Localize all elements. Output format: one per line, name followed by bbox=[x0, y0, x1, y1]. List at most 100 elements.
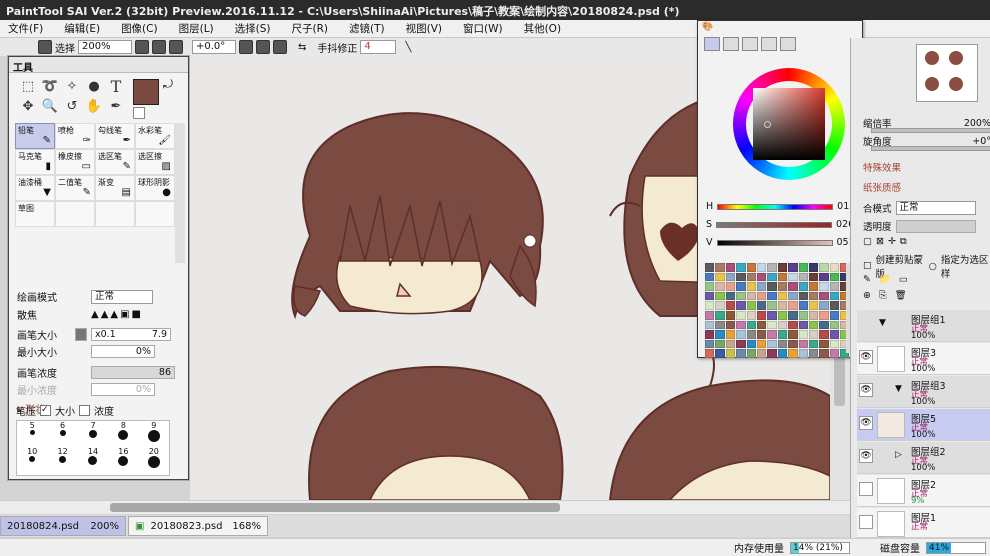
palette-swatch[interactable] bbox=[767, 301, 777, 310]
palette-swatch[interactable] bbox=[767, 320, 777, 330]
palette-swatch[interactable] bbox=[705, 291, 715, 301]
palette-swatch[interactable] bbox=[767, 291, 777, 301]
palette-swatch[interactable] bbox=[736, 272, 746, 282]
flip-icon[interactable]: ⇆ bbox=[298, 42, 306, 53]
palette-swatch[interactable] bbox=[746, 310, 756, 320]
canvas-horizontal-scrollbar[interactable] bbox=[0, 500, 850, 514]
palette-swatch[interactable] bbox=[798, 263, 808, 272]
select-source-radio[interactable]: ○ bbox=[929, 261, 937, 272]
palette-swatch[interactable] bbox=[829, 310, 840, 320]
hue-slider[interactable] bbox=[717, 203, 834, 210]
palette-swatch[interactable] bbox=[829, 282, 840, 291]
palette-swatch[interactable] bbox=[746, 301, 756, 310]
new-layer-icon[interactable]: ✎ bbox=[863, 274, 871, 285]
sv-picker-handle[interactable] bbox=[764, 121, 771, 128]
menu-ruler[interactable]: 尺子(R) bbox=[284, 21, 342, 36]
palette-swatch[interactable] bbox=[767, 310, 777, 320]
palette-swatch[interactable] bbox=[808, 282, 819, 291]
trash-icon[interactable]: 🗑 bbox=[895, 290, 907, 301]
pressure-density-checkbox[interactable] bbox=[79, 405, 90, 416]
hscroll-thumb[interactable] bbox=[110, 503, 560, 512]
palette-swatch[interactable] bbox=[788, 272, 798, 282]
value-slider[interactable] bbox=[716, 239, 833, 246]
link-icon[interactable]: ⧉ bbox=[900, 236, 907, 247]
palette-swatch[interactable] bbox=[808, 263, 819, 272]
palette-swatch[interactable] bbox=[798, 282, 808, 291]
menu-filter[interactable]: 滤镜(T) bbox=[341, 21, 398, 36]
palette-swatch[interactable] bbox=[705, 349, 715, 358]
palette-swatch[interactable] bbox=[819, 339, 829, 349]
saturation-slider[interactable] bbox=[716, 221, 833, 228]
palette-swatch[interactable] bbox=[808, 349, 819, 358]
zoom-icon[interactable]: 🔍 bbox=[41, 97, 59, 115]
palette-swatch[interactable] bbox=[756, 310, 767, 320]
eye-toggle-icon[interactable] bbox=[38, 40, 52, 54]
visibility-eye-icon[interactable]: 👁 bbox=[859, 350, 873, 364]
move-icon[interactable]: ● bbox=[85, 77, 103, 95]
palette-swatch[interactable] bbox=[829, 349, 840, 358]
palette-swatch[interactable] bbox=[788, 310, 798, 320]
palette-swatch[interactable] bbox=[725, 310, 736, 320]
palette-swatch[interactable] bbox=[819, 330, 829, 339]
brush-size-dropdown[interactable] bbox=[75, 328, 87, 341]
expand-arrow-icon[interactable]: ▼ bbox=[895, 384, 902, 394]
swap-color-icon[interactable]: ⤾ bbox=[163, 77, 173, 92]
palette-swatch[interactable] bbox=[798, 301, 808, 310]
text-icon[interactable]: T bbox=[107, 77, 125, 96]
brush-gradient[interactable]: 渐变 ▤ bbox=[95, 175, 135, 201]
palette-swatch[interactable] bbox=[798, 349, 808, 358]
palette-swatch[interactable] bbox=[767, 349, 777, 358]
dot-preset[interactable]: 12 bbox=[47, 447, 77, 473]
document-tab-20180824[interactable]: 20180824.psd 200% bbox=[0, 516, 126, 536]
transform-icon[interactable]: ✥ bbox=[19, 97, 37, 115]
palette-swatch[interactable] bbox=[829, 320, 840, 330]
palette-swatch[interactable] bbox=[705, 272, 715, 282]
palette-swatch[interactable] bbox=[777, 272, 788, 282]
palette-swatch[interactable] bbox=[756, 320, 767, 330]
palette-swatch[interactable] bbox=[756, 291, 767, 301]
palette-swatch[interactable] bbox=[705, 339, 715, 349]
palette-swatch[interactable] bbox=[715, 301, 725, 310]
palette-swatch[interactable] bbox=[705, 282, 715, 291]
palette-swatch[interactable] bbox=[756, 301, 767, 310]
palette-swatch[interactable] bbox=[705, 320, 715, 330]
brush-empty-slot[interactable] bbox=[95, 201, 135, 227]
palette-swatch[interactable] bbox=[808, 310, 819, 320]
menu-other[interactable]: 其他(O) bbox=[516, 21, 574, 36]
palette-swatch[interactable] bbox=[808, 301, 819, 310]
protect-icon[interactable]: ▢ bbox=[863, 236, 872, 247]
palette-swatch[interactable] bbox=[829, 330, 840, 339]
menu-view[interactable]: 视图(V) bbox=[398, 21, 455, 36]
palette-swatch[interactable] bbox=[756, 272, 767, 282]
palette-swatch[interactable] bbox=[736, 291, 746, 301]
palette-swatch[interactable] bbox=[788, 320, 798, 330]
palette-swatch[interactable] bbox=[715, 263, 725, 272]
color-palette[interactable] bbox=[705, 263, 850, 358]
brush-select-eraser[interactable]: 选区擦 ▨ bbox=[135, 149, 175, 175]
layer-item[interactable]: 图层1 正常 bbox=[857, 508, 990, 538]
layer-item[interactable]: 👁 图层3 正常 100% bbox=[857, 343, 990, 375]
palette-swatch[interactable] bbox=[819, 310, 829, 320]
palette-swatch[interactable] bbox=[756, 263, 767, 272]
document-tab-20180823[interactable]: ▣ 20180823.psd 168% bbox=[128, 516, 268, 536]
palette-swatch[interactable] bbox=[725, 301, 736, 310]
palette-swatch[interactable] bbox=[715, 330, 725, 339]
palette-swatch[interactable] bbox=[829, 263, 840, 272]
palette-swatch[interactable] bbox=[725, 339, 736, 349]
palette-swatch[interactable] bbox=[777, 349, 788, 358]
rect-select-icon[interactable]: ⬚ bbox=[19, 77, 37, 95]
palette-swatch[interactable] bbox=[756, 339, 767, 349]
palette-swatch[interactable] bbox=[725, 291, 736, 301]
blend-select[interactable]: 正常 bbox=[895, 201, 976, 215]
palette-swatch[interactable] bbox=[829, 301, 840, 310]
palette-swatch[interactable] bbox=[777, 301, 788, 310]
palette-swatch[interactable] bbox=[798, 330, 808, 339]
line-tool-icon[interactable]: ╲ bbox=[405, 42, 411, 53]
palette-swatch[interactable] bbox=[725, 272, 736, 282]
palette-swatch[interactable] bbox=[756, 330, 767, 339]
brush-sphere-shadow[interactable]: 球形阴影 ● bbox=[135, 175, 175, 201]
dot-preset[interactable]: 9 bbox=[139, 421, 169, 447]
brush-watercolor[interactable]: 水彩笔 🖌 bbox=[135, 123, 175, 149]
min-size-slider[interactable]: 0% bbox=[91, 345, 155, 358]
menu-select[interactable]: 选择(S) bbox=[227, 21, 284, 36]
